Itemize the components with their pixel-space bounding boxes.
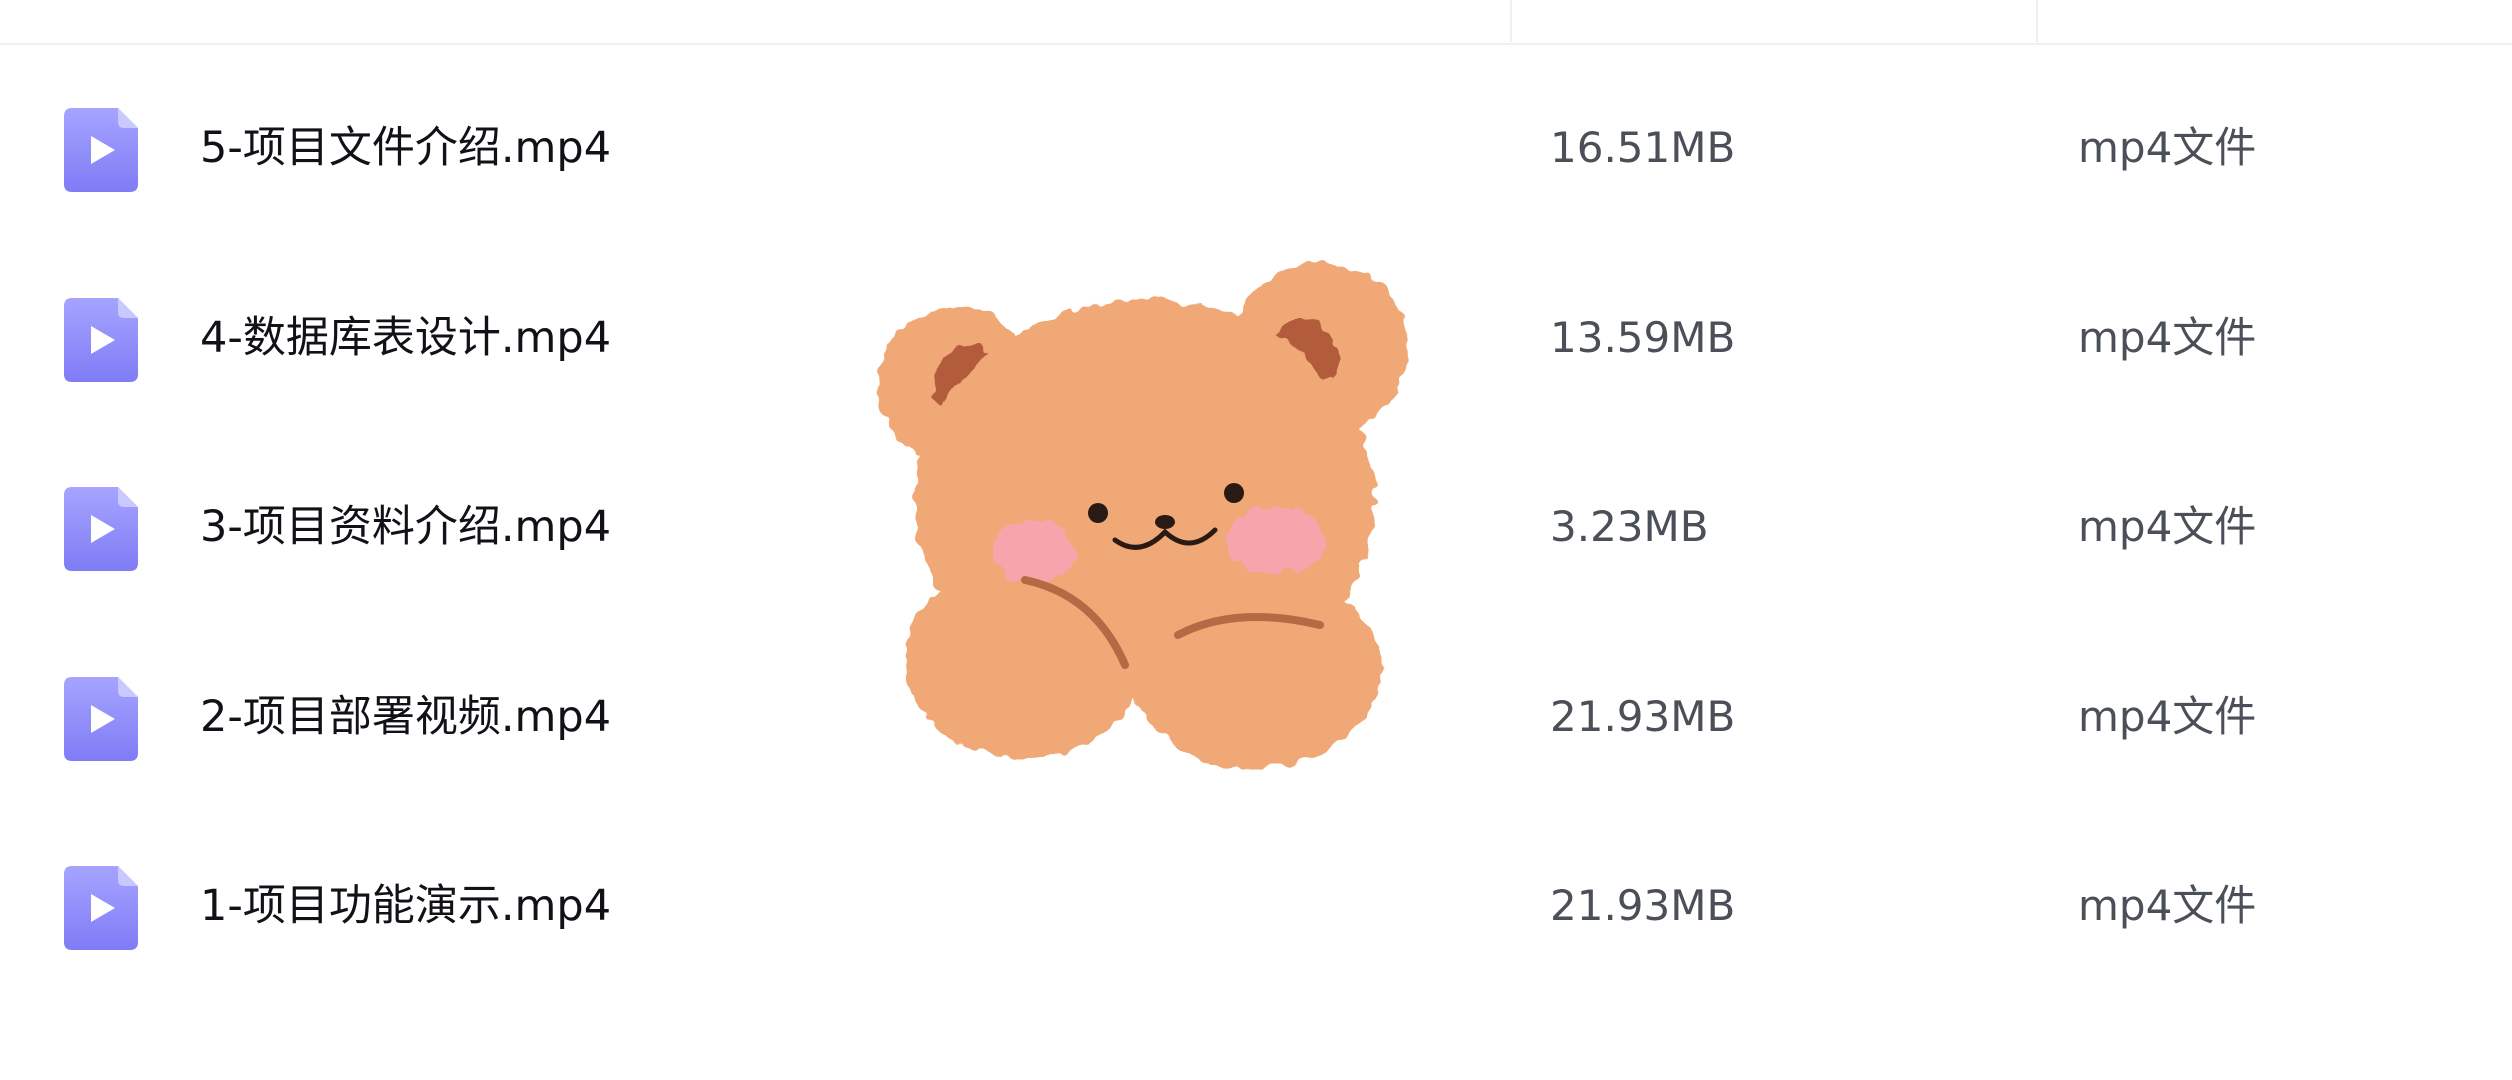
file-type: mp4文件 [2078,881,2257,930]
video-file-icon [64,487,138,571]
video-file-icon [64,298,138,382]
teddy-bear-sticker [877,262,1408,768]
file-size: 3.23MB [1550,502,1709,551]
file-size: 21.93MB [1550,692,1736,741]
file-type: mp4文件 [2078,502,2257,551]
file-name[interactable]: 3-项目资料介绍.mp4 [200,491,611,563]
file-size: 13.59MB [1550,313,1736,362]
file-size: 16.51MB [1550,123,1736,172]
file-row[interactable]: 1-项目功能演示.mp4 21.93MB mp4文件 [0,838,2512,958]
file-name[interactable]: 5-项目文件介绍.mp4 [200,112,611,184]
column-header-bar [0,0,2512,45]
file-list-page: 5-项目文件介绍.mp4 16.51MB mp4文件 4-数据库表设计.mp4 … [0,0,2512,1080]
column-divider[interactable] [2036,0,2038,42]
file-type: mp4文件 [2078,123,2257,172]
file-name[interactable]: 4-数据库表设计.mp4 [200,302,611,374]
video-file-icon [64,866,138,950]
file-name[interactable]: 1-项目功能演示.mp4 [200,870,611,942]
file-type: mp4文件 [2078,692,2257,741]
video-file-icon [64,677,138,761]
column-divider[interactable] [1510,0,1512,42]
file-size: 21.93MB [1550,881,1736,930]
video-file-icon [64,108,138,192]
file-row[interactable]: 5-项目文件介绍.mp4 16.51MB mp4文件 [0,80,2512,200]
file-name[interactable]: 2-项目部署视频.mp4 [200,681,611,753]
file-type: mp4文件 [2078,313,2257,362]
